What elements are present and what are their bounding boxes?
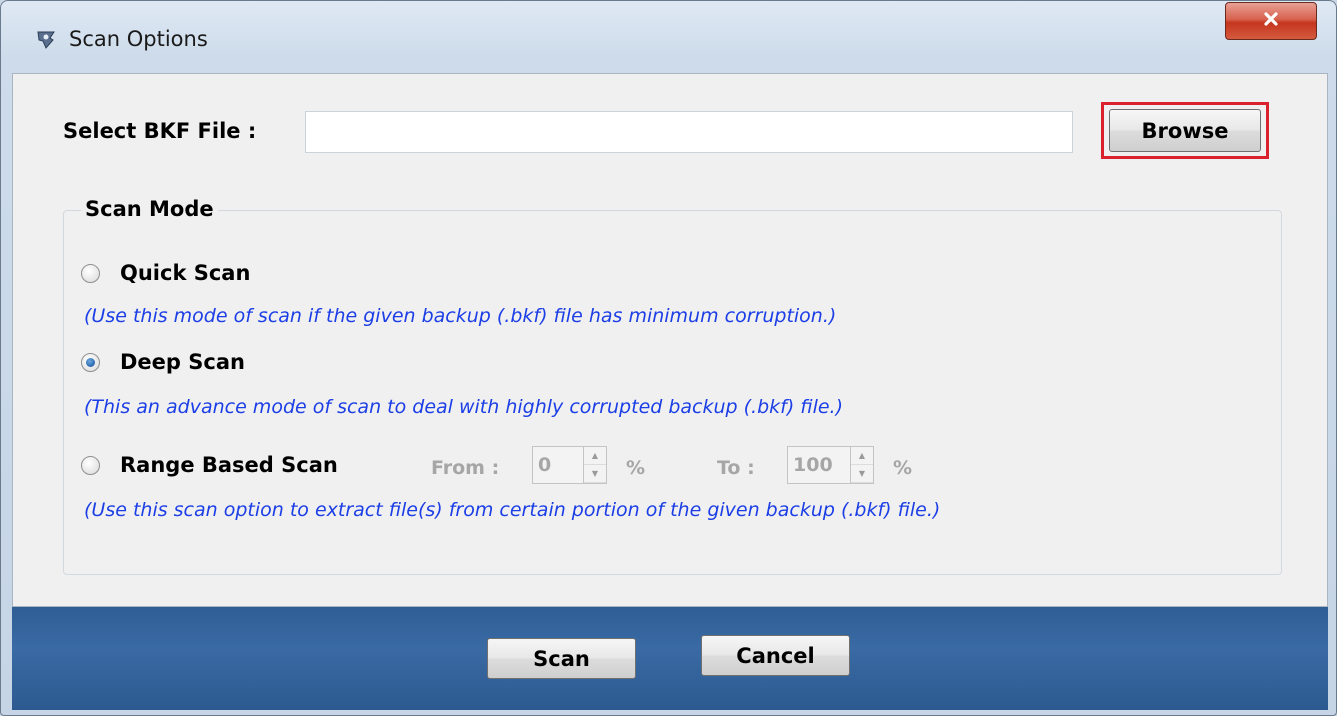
quick-scan-description: (Use this mode of scan if the given back… [84, 305, 837, 327]
range-based-scan-label: Range Based Scan [120, 453, 338, 477]
range-based-scan-radio[interactable] [81, 455, 100, 475]
quick-scan-label: Quick Scan [120, 261, 251, 285]
range-based-scan-option[interactable]: Range Based Scan [81, 453, 338, 477]
window-title: Scan Options [69, 27, 208, 51]
browse-button[interactable]: Browse [1109, 109, 1261, 152]
range-from-spinner: 0 ▲ ▼ [532, 446, 607, 484]
app-logo-icon [35, 28, 57, 50]
title-bar[interactable]: Scan Options [1, 1, 1336, 73]
quick-scan-option[interactable]: Quick Scan [81, 261, 250, 285]
scan-mode-legend: Scan Mode [81, 197, 218, 221]
deep-scan-option[interactable]: Deep Scan [81, 350, 245, 374]
range-from-label: From : [431, 457, 500, 479]
spin-down-icon: ▼ [851, 465, 873, 483]
scan-options-dialog: Scan Options Select BKF File : Browse Sc… [0, 0, 1337, 716]
select-bkf-file-label: Select BKF File : [63, 119, 257, 143]
range-from-value: 0 [538, 454, 552, 476]
scan-button[interactable]: Scan [487, 638, 636, 679]
close-button[interactable] [1225, 2, 1317, 40]
spin-up-icon: ▲ [584, 447, 606, 465]
cancel-button[interactable]: Cancel [701, 635, 850, 676]
deep-scan-description: (This an advance mode of scan to deal wi… [84, 396, 843, 418]
footer-bar [12, 607, 1328, 710]
deep-scan-radio[interactable] [81, 352, 100, 372]
spin-down-icon: ▼ [584, 465, 606, 483]
close-icon [1261, 9, 1281, 33]
range-to-spinner: 100 ▲ ▼ [787, 446, 874, 484]
range-to-value: 100 [793, 454, 833, 476]
range-to-arrows: ▲ ▼ [850, 447, 873, 483]
range-from-unit: % [626, 457, 646, 479]
quick-scan-radio[interactable] [81, 263, 100, 283]
range-based-scan-description: (Use this scan option to extract file(s)… [84, 499, 941, 521]
dialog-body: Select BKF File : Browse Scan Mode Quick… [12, 73, 1328, 607]
range-from-arrows: ▲ ▼ [583, 447, 606, 483]
range-to-label: To : [717, 457, 755, 479]
spin-up-icon: ▲ [851, 447, 873, 465]
bkf-file-path-input[interactable] [305, 111, 1073, 153]
deep-scan-label: Deep Scan [120, 350, 245, 374]
range-to-unit: % [893, 457, 913, 479]
